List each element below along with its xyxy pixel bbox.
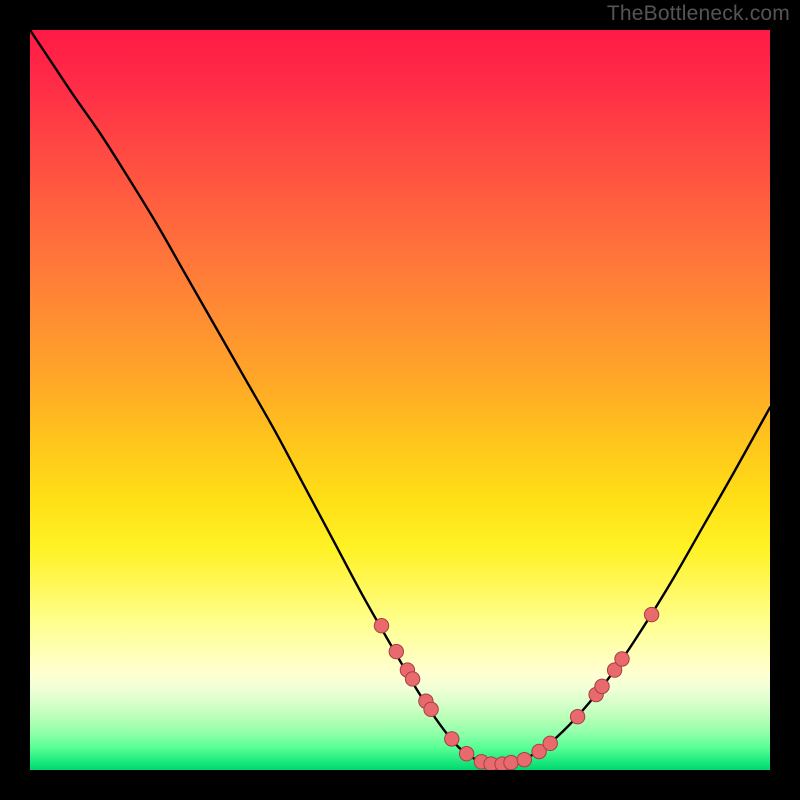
curve-marker [504, 755, 518, 769]
curve-marker [543, 736, 557, 750]
curve-marker [459, 747, 473, 761]
curve-marker [615, 652, 629, 666]
curve-marker [644, 607, 658, 621]
curve-marker [374, 619, 388, 633]
curve-svg [30, 30, 770, 770]
chart-frame: TheBottleneck.com [0, 0, 800, 800]
curve-marker [424, 702, 438, 716]
curve-marker [517, 752, 531, 766]
curve-marker [445, 732, 459, 746]
plot-area [30, 30, 770, 770]
curve-marker [595, 679, 609, 693]
curve-marker [570, 710, 584, 724]
curve-marker [389, 644, 403, 658]
curve-marker [405, 672, 419, 686]
attribution-label: TheBottleneck.com [607, 2, 790, 26]
